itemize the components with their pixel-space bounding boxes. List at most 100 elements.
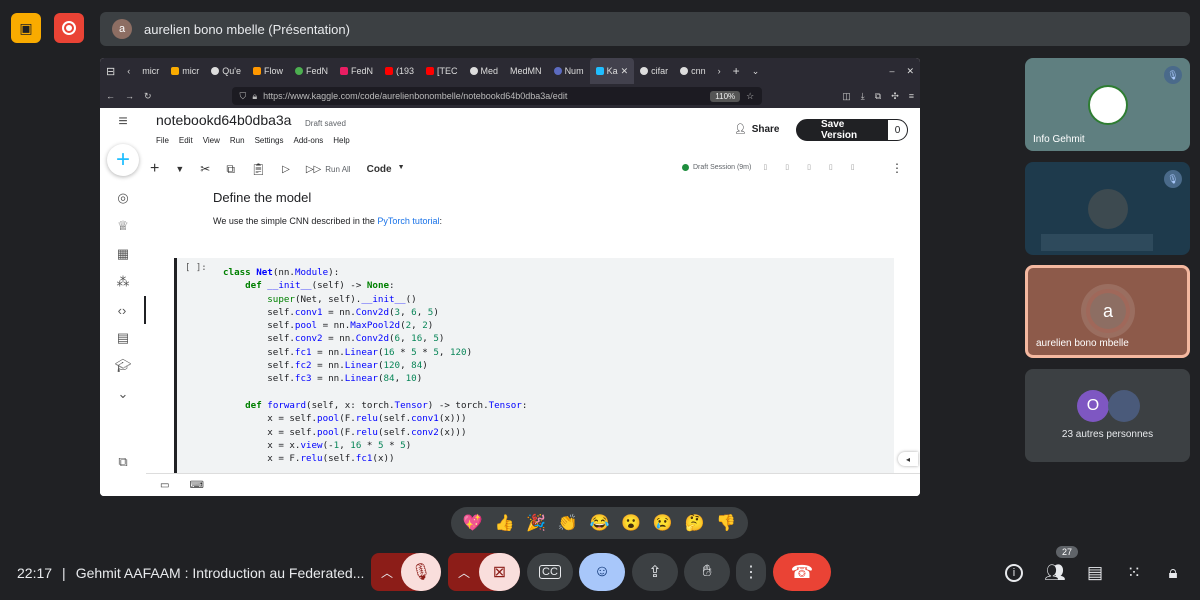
trophy-icon[interactable]: ♕ xyxy=(100,212,146,240)
browser-tab[interactable]: FedN xyxy=(289,58,334,84)
run-cell-icon[interactable]: ▷ xyxy=(282,164,290,175)
reaction-surprised[interactable]: 😮 xyxy=(621,513,641,533)
puzzle-icon[interactable]: ✣ xyxy=(891,91,899,102)
menu-item-help[interactable]: Help xyxy=(333,136,349,145)
extensions-icon[interactable]: ⧉ xyxy=(875,91,881,102)
reaction-laugh[interactable]: 😂 xyxy=(589,513,609,533)
menu-item-settings[interactable]: Settings xyxy=(255,136,284,145)
info-icon[interactable]: i xyxy=(1005,564,1023,582)
captions-button[interactable]: CC xyxy=(527,553,573,591)
reaction-sad[interactable]: 😢 xyxy=(653,513,673,533)
new-tab-icon[interactable]: + xyxy=(727,58,746,84)
browser-tab[interactable]: [TEC xyxy=(420,58,464,84)
reaction-party[interactable]: 🎉 xyxy=(526,513,546,533)
code-icon[interactable]: ‹› xyxy=(100,296,146,324)
recording-button[interactable] xyxy=(54,13,84,43)
back-icon[interactable]: ← xyxy=(106,91,115,101)
learn-icon[interactable]: 🎓︎ xyxy=(100,352,146,380)
menu-item-edit[interactable]: Edit xyxy=(179,136,193,145)
reaction-thumbs-down[interactable]: 👎 xyxy=(716,513,736,533)
window-close[interactable]: ✕ xyxy=(900,58,920,84)
present-button[interactable]: ⇪ xyxy=(632,553,678,591)
more-vert-icon: ⋮ xyxy=(743,564,759,581)
participant-tile-active[interactable]: a aurelien bono mbelle xyxy=(1025,265,1190,358)
paste-icon[interactable]: 📋︎ xyxy=(251,162,266,176)
code-cell[interactable]: [ ]: class Net(nn.Module): def __init__(… xyxy=(174,258,894,473)
browser-tab[interactable]: cnn xyxy=(674,58,712,84)
tab-scroll-left[interactable]: ‹ xyxy=(121,58,136,84)
mic-toggle-button[interactable]: 🎙︎ xyxy=(401,553,441,591)
chevron-down-icon[interactable]: ⌄ xyxy=(100,380,146,408)
cell-type-select[interactable]: Code ▼ xyxy=(367,164,405,175)
tab-list-icon[interactable]: ⊟ xyxy=(100,58,121,84)
url-bar[interactable]: ⛉ 🔒︎ https://www.kaggle.com/code/aurelie… xyxy=(231,87,763,105)
menu-icon[interactable]: ≡ xyxy=(909,91,914,101)
others-tile[interactable]: O 23 autres personnes xyxy=(1025,369,1190,462)
menu-item-run[interactable]: Run xyxy=(230,136,245,145)
browser-tab[interactable]: Med xyxy=(464,58,505,84)
terminal-icon[interactable]: ▭ xyxy=(160,480,169,491)
window-minimize[interactable]: – xyxy=(883,58,900,84)
create-button[interactable]: + xyxy=(107,144,139,176)
more-vert-icon[interactable]: ⋮ xyxy=(891,161,903,175)
copy-icon[interactable]: ⧉ xyxy=(226,162,235,177)
host-controls-icon[interactable]: 🔒︎ xyxy=(1162,562,1184,584)
raise-hand-button[interactable]: ✋︎ xyxy=(684,553,730,591)
browser-tab-active[interactable]: Ka ✕ xyxy=(589,58,635,84)
forward-icon[interactable]: → xyxy=(125,91,134,101)
chevron-down-icon[interactable]: ⌄ xyxy=(746,58,766,84)
session-status[interactable]: Draft Session (9m) ▯▯▯▯▯ xyxy=(682,163,873,171)
table-icon[interactable]: ▦ xyxy=(100,240,146,268)
download-icon[interactable]: ⤓ xyxy=(861,91,865,102)
pytorch-tutorial-link[interactable]: PyTorch tutorial xyxy=(377,216,439,226)
browser-tab[interactable]: FedN xyxy=(334,58,379,84)
close-icon[interactable]: ✕ xyxy=(621,66,629,77)
browser-tab[interactable]: micr xyxy=(136,58,165,84)
tab-scroll-right[interactable]: › xyxy=(712,58,727,84)
models-icon[interactable]: ⁂ xyxy=(100,268,146,296)
browser-tab[interactable]: MedMN xyxy=(504,58,548,84)
hamburger-icon[interactable]: ≡ xyxy=(100,108,146,136)
menu-item-addons[interactable]: Add-ons xyxy=(293,136,323,145)
pocket-icon[interactable]: ◫ xyxy=(842,91,851,102)
zoom-badge[interactable]: 110% xyxy=(710,90,741,102)
leave-call-button[interactable]: ☎︎ xyxy=(773,553,831,591)
reaction-thinking[interactable]: 🤔 xyxy=(684,513,704,533)
panel-toggle-icon[interactable]: ◂ xyxy=(898,452,918,466)
browser-tab[interactable]: (193 xyxy=(379,58,420,84)
menu-item-view[interactable]: View xyxy=(203,136,220,145)
keyboard-icon[interactable]: ⌨ xyxy=(189,480,203,491)
camera-toggle-button[interactable]: ⊠ xyxy=(479,553,520,591)
save-version-button[interactable]: Save Version 0 xyxy=(796,119,908,141)
notifications-icon[interactable]: ⧉ xyxy=(100,448,146,476)
browser-tab[interactable]: Qu'e xyxy=(205,58,247,84)
browser-tab[interactable]: micr xyxy=(165,58,205,84)
browser-tab[interactable]: Num xyxy=(548,58,590,84)
add-cell-icon[interactable]: + xyxy=(150,160,159,178)
chevron-down-icon[interactable]: ▼ xyxy=(175,164,184,174)
reactions-button[interactable]: ☺ xyxy=(579,553,625,591)
reaction-heart[interactable]: 💖 xyxy=(463,513,483,533)
bookmark-star-icon[interactable]: ☆ xyxy=(746,91,754,102)
people-icon[interactable]: 👥︎ xyxy=(1044,562,1066,584)
notebook-title[interactable]: notebookd64b0dba3a xyxy=(156,112,291,128)
share-button[interactable]: 👤︎ Share xyxy=(734,124,780,135)
discussion-icon[interactable]: ▤ xyxy=(100,324,146,352)
reload-icon[interactable]: ↻ xyxy=(144,91,152,102)
activities-icon[interactable]: ⁙ xyxy=(1123,562,1145,584)
participant-tile[interactable]: 🎙︎ xyxy=(1025,162,1190,255)
presentation-off-button[interactable]: ▣ xyxy=(11,13,41,43)
participant-tile[interactable]: 🎙︎ Info Gehmit xyxy=(1025,58,1190,151)
reaction-clap[interactable]: 👏 xyxy=(558,513,578,533)
compass-icon[interactable]: ◎ xyxy=(100,184,146,212)
more-options-button[interactable]: ⋮ xyxy=(736,553,766,591)
menu-item-file[interactable]: File xyxy=(156,136,169,145)
cut-icon[interactable]: ✂ xyxy=(200,162,210,176)
reaction-thumbs-up[interactable]: 👍 xyxy=(495,513,515,533)
chat-icon[interactable]: ▤ xyxy=(1084,562,1106,584)
run-all-button[interactable]: ▷▷ Run All xyxy=(306,164,351,175)
save-version-count[interactable]: 0 xyxy=(888,120,907,140)
browser-tab[interactable]: cifar xyxy=(634,58,674,84)
browser-tab[interactable]: Flow xyxy=(247,58,289,84)
code-editor[interactable]: class Net(nn.Module): def __init__(self)… xyxy=(223,266,527,465)
